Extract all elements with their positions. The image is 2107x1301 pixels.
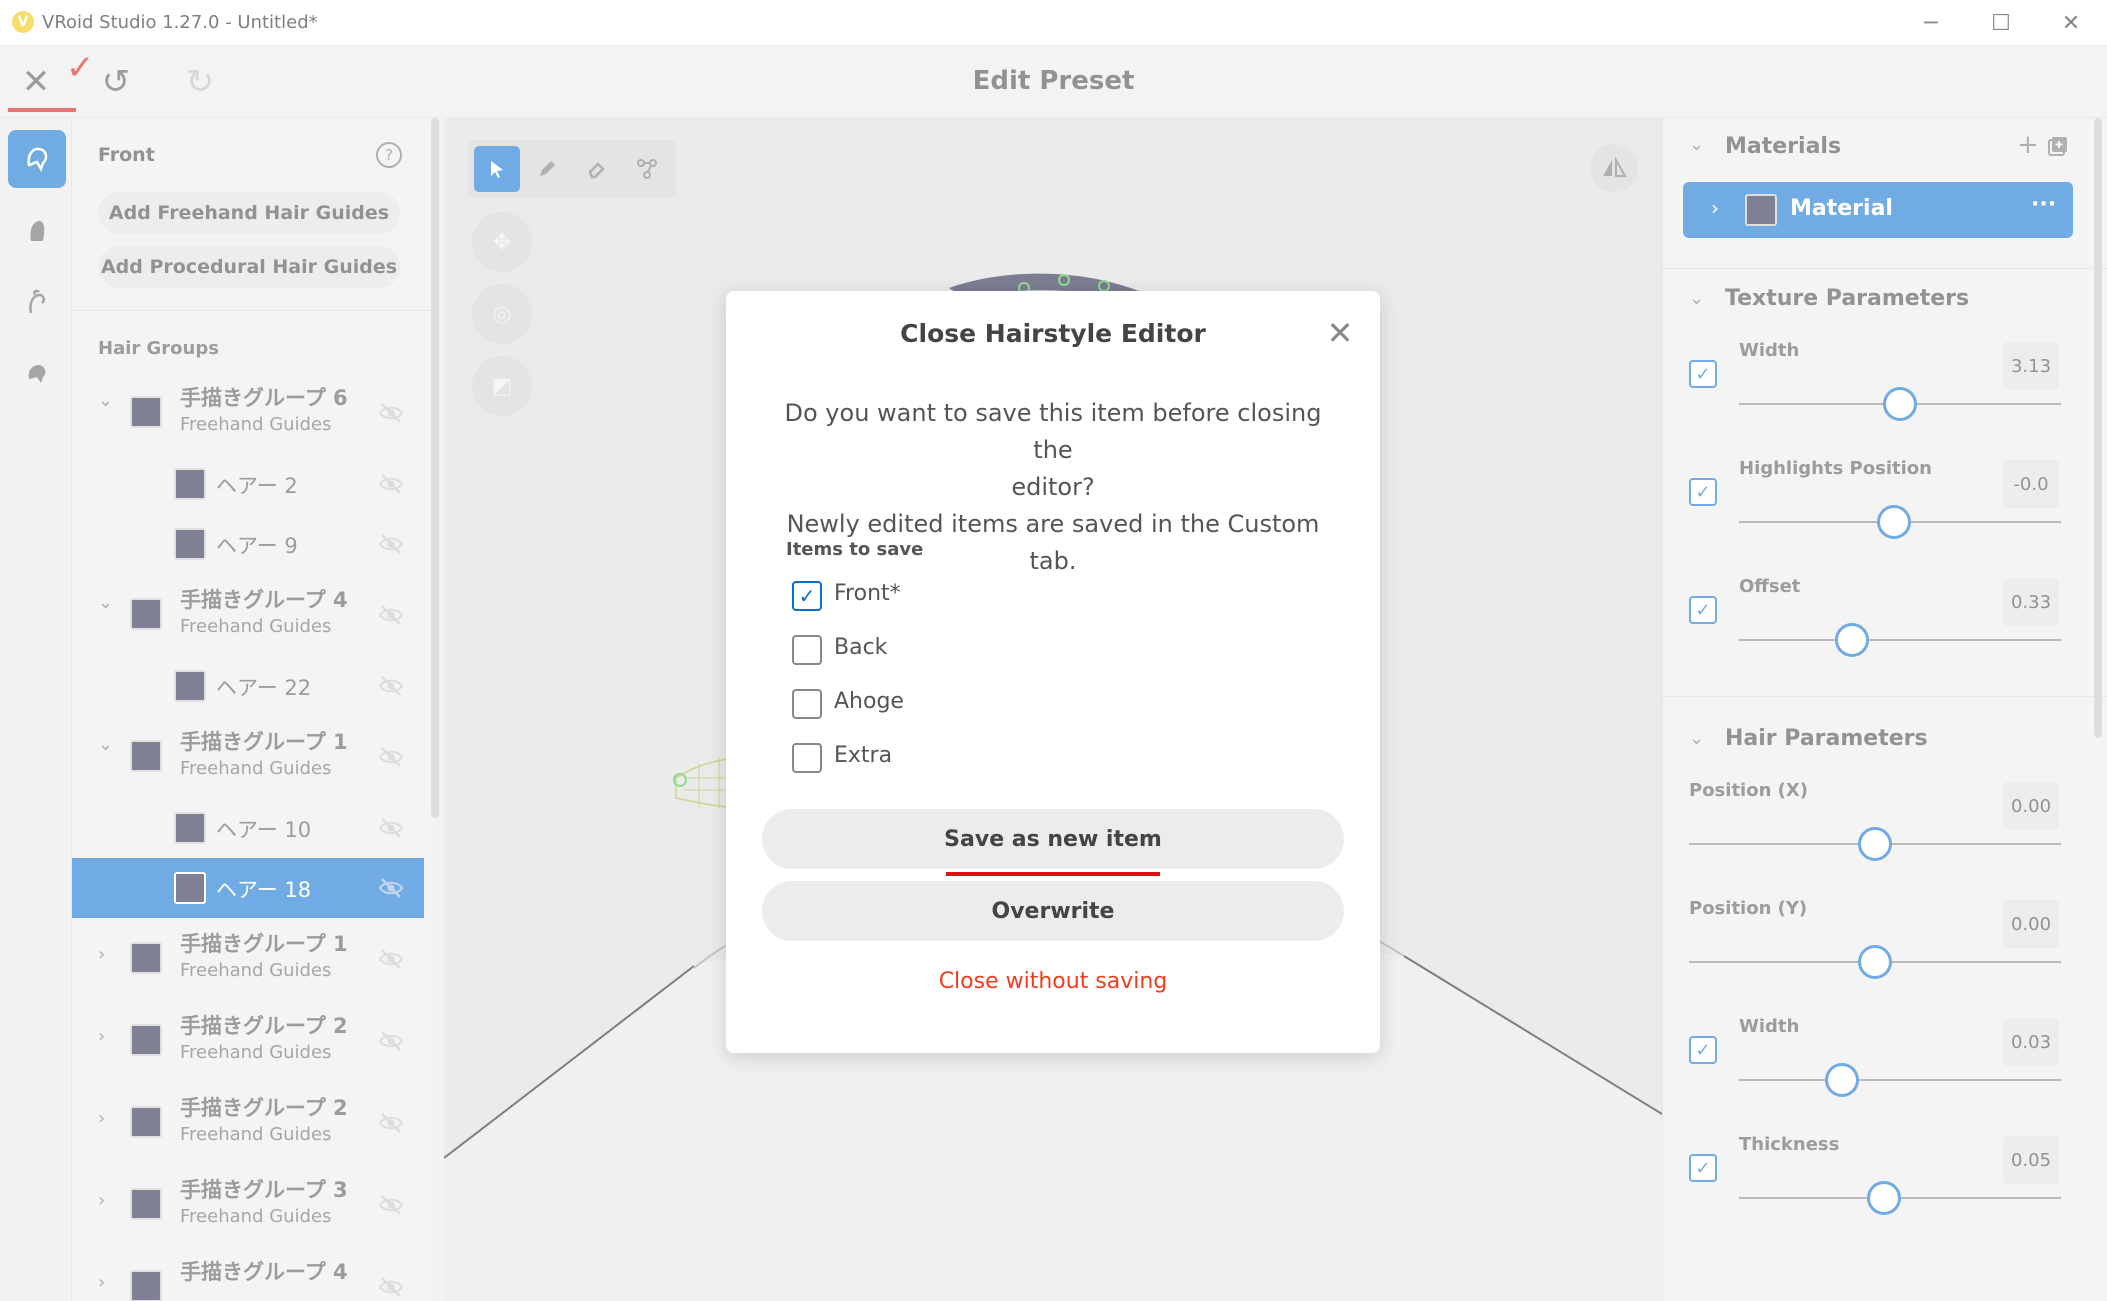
checkbox-unchecked-icon[interactable] xyxy=(792,689,822,719)
checkbox-label: Extra xyxy=(834,743,893,768)
checkbox-label: Back xyxy=(834,635,888,660)
dialog-message-line: Do you want to save this item before clo… xyxy=(784,399,1322,464)
items-to-save-label: Items to save xyxy=(786,539,924,560)
overwrite-button[interactable]: Overwrite xyxy=(762,881,1344,941)
close-hairstyle-dialog: Close Hairstyle Editor ✕ Do you want to … xyxy=(726,291,1380,1053)
checkbox-unchecked-icon[interactable] xyxy=(792,743,822,773)
close-without-saving-link[interactable]: Close without saving xyxy=(726,969,1380,994)
checkbox-checked-icon[interactable]: ✓ xyxy=(792,581,822,611)
checkbox-label: Ahoge xyxy=(834,689,904,714)
app-window: V VRoid Studio 1.27.0 - Untitled* ─ ☐ ✕ … xyxy=(0,0,2107,1301)
checkbox-label: Front* xyxy=(834,581,901,606)
checkbox-unchecked-icon[interactable] xyxy=(792,635,822,665)
dialog-title: Close Hairstyle Editor xyxy=(900,319,1206,348)
save-as-new-item-button[interactable]: Save as new item xyxy=(762,809,1344,869)
annotation-underline xyxy=(946,872,1160,876)
dialog-close-icon[interactable]: ✕ xyxy=(1322,314,1358,352)
dialog-message-line: editor? xyxy=(1011,473,1095,501)
